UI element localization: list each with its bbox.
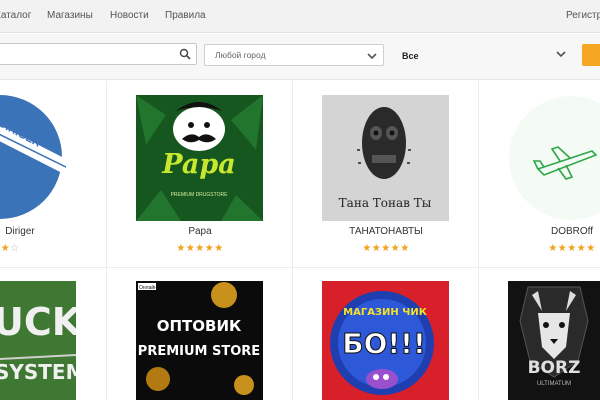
- shop-logo[interactable]: МАГАЗИН ЧИК БО!!!: [322, 281, 449, 400]
- top-navigation: Каталог Магазины Новости Правила Регистр…: [0, 0, 600, 33]
- shop-name[interactable]: ТАНАТОНАВТЫ: [306, 226, 466, 237]
- shop-name[interactable]: Papa: [120, 226, 280, 237]
- city-select[interactable]: Любой город: [204, 44, 384, 66]
- chevron-down-icon: [367, 53, 377, 60]
- shop-rating: ★★★★★: [176, 243, 224, 254]
- search-icon[interactable]: [179, 48, 191, 60]
- nav-catalog-link[interactable]: Каталог: [0, 10, 31, 21]
- nav-shops-link[interactable]: Магазины: [47, 10, 93, 21]
- category-select-value[interactable]: Все: [402, 51, 419, 61]
- logo-text: Тана Тонав Ты: [339, 196, 432, 210]
- logo-text: UCK: [0, 300, 76, 344]
- logo-subtext: БО!!!: [342, 327, 425, 360]
- shop-name[interactable]: Diriger: [0, 226, 100, 237]
- chevron-down-icon[interactable]: [556, 50, 566, 58]
- grid-divider: [292, 81, 293, 400]
- logo-subtext: SYSTEM: [0, 360, 76, 384]
- nav-news-link[interactable]: Новости: [110, 10, 149, 21]
- shop-logo-diriger[interactable]: DIRIGER: [0, 95, 66, 221]
- logo-subtext: PREMIUM DRUGSTORE: [171, 192, 229, 198]
- grid-divider: [478, 81, 479, 400]
- shop-rating: ★★★★☆: [0, 243, 20, 254]
- shop-name[interactable]: DOBROff: [492, 226, 600, 237]
- grid-divider: [0, 267, 600, 268]
- shop-logo[interactable]: BORZ ULTIMATUM: [508, 281, 600, 400]
- filter-bar: Любой город Все: [0, 34, 600, 80]
- shop-logo[interactable]: UCK SYSTEM: [0, 281, 76, 400]
- logo-text: МАГАЗИН ЧИК: [343, 307, 428, 318]
- logo-text: Papa: [161, 149, 235, 180]
- logo-subtext: PREMIUM STORE: [138, 344, 260, 359]
- register-link[interactable]: Регистрация: [566, 10, 600, 21]
- shop-logo-tanatonavty[interactable]: Тана Тонав Ты: [322, 95, 449, 221]
- logo-text: ОПТОВИК: [157, 317, 242, 335]
- city-select-value: Любой город: [215, 50, 266, 60]
- grid-divider: [106, 81, 107, 400]
- shop-logo-papa[interactable]: Papa PREMIUM DRUGSTORE: [136, 95, 263, 221]
- logo-text: BORZ: [528, 358, 581, 378]
- shop-rating: ★★★★★: [548, 243, 596, 254]
- logo-subtext: ULTIMATUM: [537, 381, 571, 387]
- shop-logo-dobroff[interactable]: [508, 95, 600, 221]
- apply-filter-button[interactable]: [582, 44, 600, 66]
- logo-tag: Онлайн: [139, 284, 157, 291]
- shop-rating: ★★★★★: [362, 243, 410, 254]
- shop-logo[interactable]: Онлайн ОПТОВИК PREMIUM STORE: [136, 281, 263, 400]
- shop-grid: DIRIGER Diriger ★★★★☆ Papa PREMIUM DRUGS…: [0, 81, 600, 400]
- search-input[interactable]: [0, 43, 197, 65]
- nav-rules-link[interactable]: Правила: [165, 10, 206, 21]
